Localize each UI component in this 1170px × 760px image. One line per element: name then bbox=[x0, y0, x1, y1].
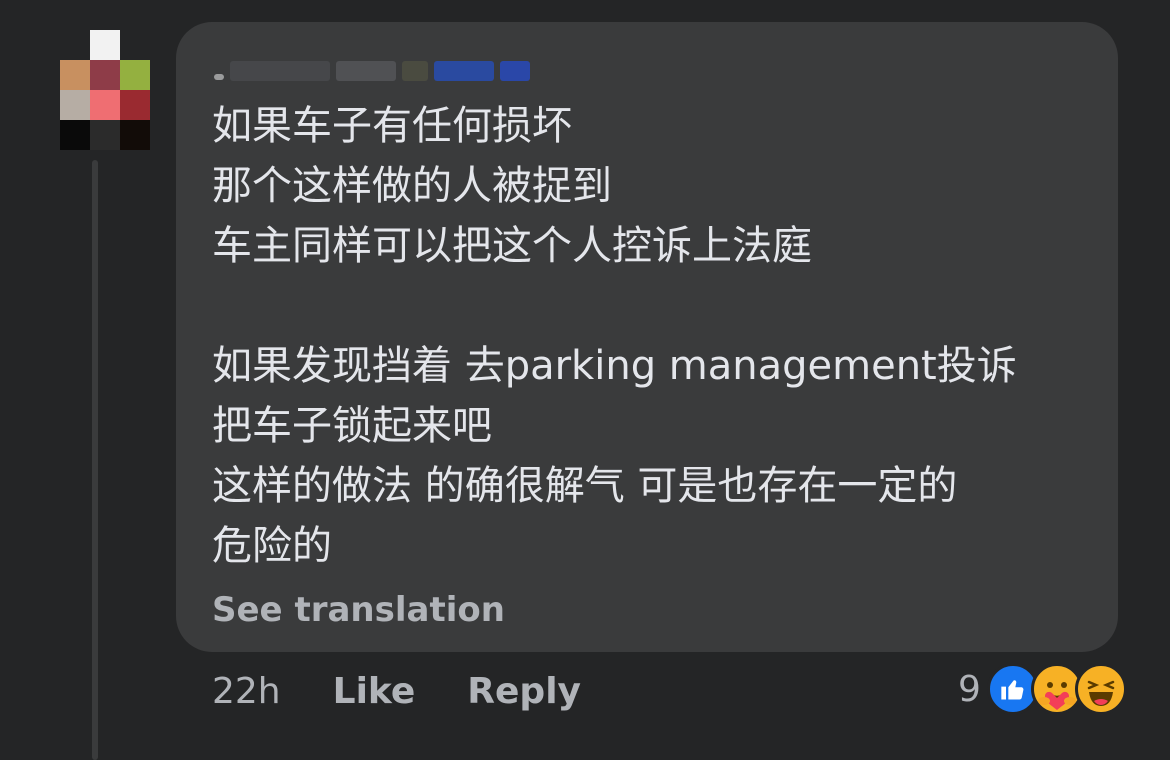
comment-line: 车主同样可以把这个人控诉上法庭 bbox=[212, 223, 812, 269]
haha-icon bbox=[1074, 663, 1127, 715]
comment-line: 把车子锁起来吧 bbox=[212, 403, 492, 449]
see-translation-link[interactable]: See translation bbox=[212, 590, 505, 630]
reply-button[interactable]: Reply bbox=[467, 671, 581, 712]
comment-line: 如果发现挡着 去parking management投诉 bbox=[212, 343, 1017, 389]
comment-text: 如果车子有任何损坏 那个这样做的人被捉到 车主同样可以把这个人控诉上法庭 如果发… bbox=[212, 96, 1017, 576]
comment-line: 危险的 bbox=[212, 523, 332, 569]
reaction-count: 9 bbox=[958, 668, 981, 710]
comment-line: 如果车子有任何损坏 bbox=[212, 103, 572, 149]
comment-bubble: 如果车子有任何损坏 那个这样做的人被捉到 车主同样可以把这个人控诉上法庭 如果发… bbox=[176, 22, 1118, 652]
comment-line: 那个这样做的人被捉到 bbox=[212, 163, 612, 209]
like-button[interactable]: Like bbox=[333, 671, 416, 712]
avatar[interactable] bbox=[60, 30, 150, 150]
author-name-redacted[interactable] bbox=[214, 60, 530, 82]
comment-line bbox=[212, 276, 1017, 336]
comment-line: 这样的做法 的确很解气 可是也存在一定的 bbox=[212, 463, 958, 509]
comment-actions: 22h Like Reply bbox=[212, 668, 633, 714]
timestamp[interactable]: 22h bbox=[212, 671, 281, 712]
thread-line bbox=[92, 160, 98, 760]
reactions-summary[interactable]: 9 bbox=[958, 663, 1127, 715]
